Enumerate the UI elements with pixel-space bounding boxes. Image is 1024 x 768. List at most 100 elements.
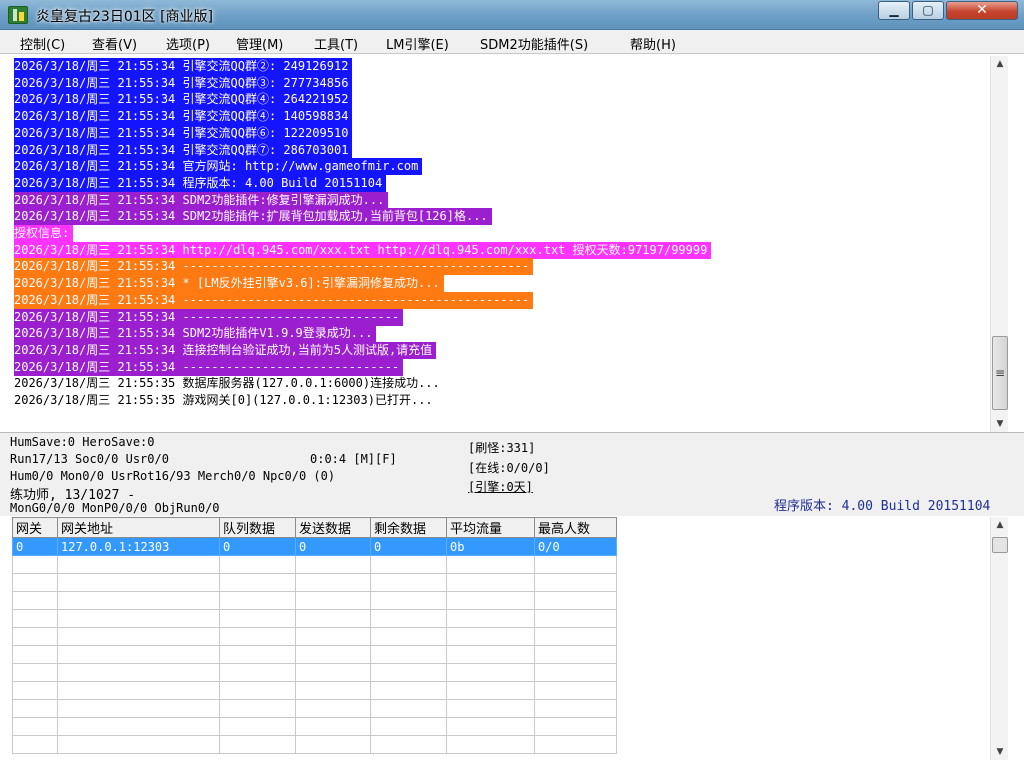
table-cell: [57, 591, 220, 610]
menu-options[interactable]: 选项(P): [166, 34, 210, 53]
table-cell: [295, 699, 371, 718]
table-cell: [446, 573, 535, 592]
table-cell: [219, 645, 296, 664]
log-line: 2026/3/18/周三 21:55:34 SDM2功能插件V1.9.9登录成功…: [14, 325, 377, 343]
table-cell: [370, 735, 447, 754]
menu-tools[interactable]: 工具(T): [314, 34, 358, 53]
column-header[interactable]: 发送数据: [295, 517, 371, 538]
table-cell: 0: [295, 537, 371, 556]
menu-sdm2-plugin[interactable]: SDM2功能插件(S): [480, 34, 588, 53]
table-cell: [12, 573, 58, 592]
table-cell: [370, 663, 447, 682]
table-cell: [295, 555, 371, 574]
table-cell: 127.0.0.1:12303: [57, 537, 220, 556]
table-row[interactable]: [12, 735, 617, 754]
grip-icon: ≡: [994, 366, 1006, 380]
log-line: 2026/3/18/周三 21:55:35 游戏网关[0](127.0.0.1:…: [14, 393, 433, 407]
table-cell: [219, 663, 296, 682]
status-save: HumSave:0 HeroSave:0: [10, 435, 155, 449]
column-header[interactable]: 队列数据: [219, 517, 296, 538]
table-cell: [57, 663, 220, 682]
log-line: 2026/3/18/周三 21:55:34 程序版本: 4.00 Build 2…: [14, 174, 387, 192]
grid-scrollbar[interactable]: ▲ ▼: [990, 517, 1008, 760]
table-cell: [446, 699, 535, 718]
table-row[interactable]: [12, 591, 617, 610]
table-cell: [219, 555, 296, 574]
table-row[interactable]: 0 127.0.0.1:12303 0 0 0 0b 0/0: [12, 537, 617, 556]
gateway-grid[interactable]: 网关 网关地址 队列数据 发送数据 剩余数据 平均流量 最高人数 0 127.0.0.1:12…: [12, 517, 988, 760]
column-header[interactable]: 网关: [12, 517, 58, 538]
log-scroll-thumb[interactable]: ≡: [992, 336, 1008, 410]
log-scrollbar[interactable]: ▲ ≡ ▼: [990, 56, 1008, 432]
table-cell: [219, 627, 296, 646]
log-line: 2026/3/18/周三 21:55:34 ------------------…: [14, 308, 404, 326]
table-row[interactable]: [12, 717, 617, 736]
table-cell: [534, 591, 617, 610]
table-cell: [370, 555, 447, 574]
table-cell: [219, 573, 296, 592]
menu-help[interactable]: 帮助(H): [630, 34, 676, 53]
scroll-up-icon[interactable]: ▲: [991, 56, 1009, 72]
menu-lm-engine[interactable]: LM引擎(E): [386, 34, 449, 53]
table-cell: [534, 555, 617, 574]
column-header[interactable]: 平均流量: [446, 517, 535, 538]
table-cell: [370, 717, 447, 736]
table-row[interactable]: [12, 699, 617, 718]
table-row[interactable]: [12, 627, 617, 646]
grid-scroll-thumb[interactable]: [992, 537, 1008, 553]
log-line: 2026/3/18/周三 21:55:34 引擎交流QQ群③: 27773485…: [14, 74, 353, 92]
table-cell: [12, 663, 58, 682]
table-cell: [446, 609, 535, 628]
table-cell: [446, 645, 535, 664]
table-row[interactable]: [12, 573, 617, 592]
status-engine[interactable]: [引擎:0天]: [468, 478, 533, 495]
table-cell: [446, 735, 535, 754]
log-line: 2026/3/18/周三 21:55:34 引擎交流QQ群⑦: 28670300…: [14, 141, 353, 159]
log-line: 2026/3/18/周三 21:55:34 * [LM反外挂引擎v3.6]:引擎…: [14, 275, 444, 293]
menu-control[interactable]: 控制(C): [20, 34, 65, 53]
table-row[interactable]: [12, 681, 617, 700]
table-cell: 0b: [446, 537, 535, 556]
scroll-down-icon[interactable]: ▼: [991, 416, 1009, 432]
table-cell: [295, 627, 371, 646]
table-cell: [534, 645, 617, 664]
title-bar[interactable]: 炎皇复古23日01区 [商业版] ▁ ▢ ✕: [0, 0, 1024, 30]
table-cell: [57, 717, 220, 736]
log-line: 2026/3/18/周三 21:55:34 ------------------…: [14, 258, 534, 276]
close-button[interactable]: ✕: [946, 1, 1018, 20]
table-row[interactable]: [12, 609, 617, 628]
table-cell: [370, 681, 447, 700]
status-spawn: [刷怪:331]: [468, 441, 536, 455]
version-label: 程序版本: 4.00 Build 20151104: [774, 499, 991, 514]
table-row[interactable]: [12, 555, 617, 574]
log-line: 2026/3/18/周三 21:55:35 数据库服务器(127.0.0.1:6…: [14, 376, 440, 391]
table-cell: [295, 681, 371, 700]
log-line: 授权信息:: [14, 225, 74, 242]
column-header[interactable]: 剩余数据: [370, 517, 447, 538]
table-row[interactable]: [12, 645, 617, 664]
table-cell: [370, 699, 447, 718]
table-row[interactable]: [12, 663, 617, 682]
table-cell: [534, 627, 617, 646]
column-header[interactable]: 最高人数: [534, 517, 617, 538]
status-online: [在线:0/0/0]: [468, 461, 550, 475]
window-title: 炎皇复古23日01区 [商业版]: [36, 9, 214, 25]
status-run: Run17/13 Soc0/0 Usr0/0: [10, 452, 169, 466]
table-cell: [12, 591, 58, 610]
table-cell: [219, 735, 296, 754]
menu-view[interactable]: 查看(V): [92, 34, 137, 53]
table-cell: [295, 645, 371, 664]
table-cell: [295, 663, 371, 682]
table-cell: [295, 609, 371, 628]
grid-scroll-down-icon[interactable]: ▼: [991, 744, 1009, 760]
log-output[interactable]: 2026/3/18/周三 21:55:34 引擎交流QQ群②: 24912691…: [12, 56, 988, 432]
table-cell: [370, 591, 447, 610]
table-cell: [446, 663, 535, 682]
minimize-button[interactable]: ▁: [878, 1, 910, 20]
app-icon: [8, 6, 28, 24]
column-header[interactable]: 网关地址: [57, 517, 220, 538]
log-line: 2026/3/18/周三 21:55:34 http://dlq.945.com…: [14, 241, 712, 259]
menu-manage[interactable]: 管理(M): [236, 34, 283, 53]
maximize-button[interactable]: ▢: [912, 1, 944, 20]
grid-scroll-up-icon[interactable]: ▲: [991, 517, 1009, 533]
